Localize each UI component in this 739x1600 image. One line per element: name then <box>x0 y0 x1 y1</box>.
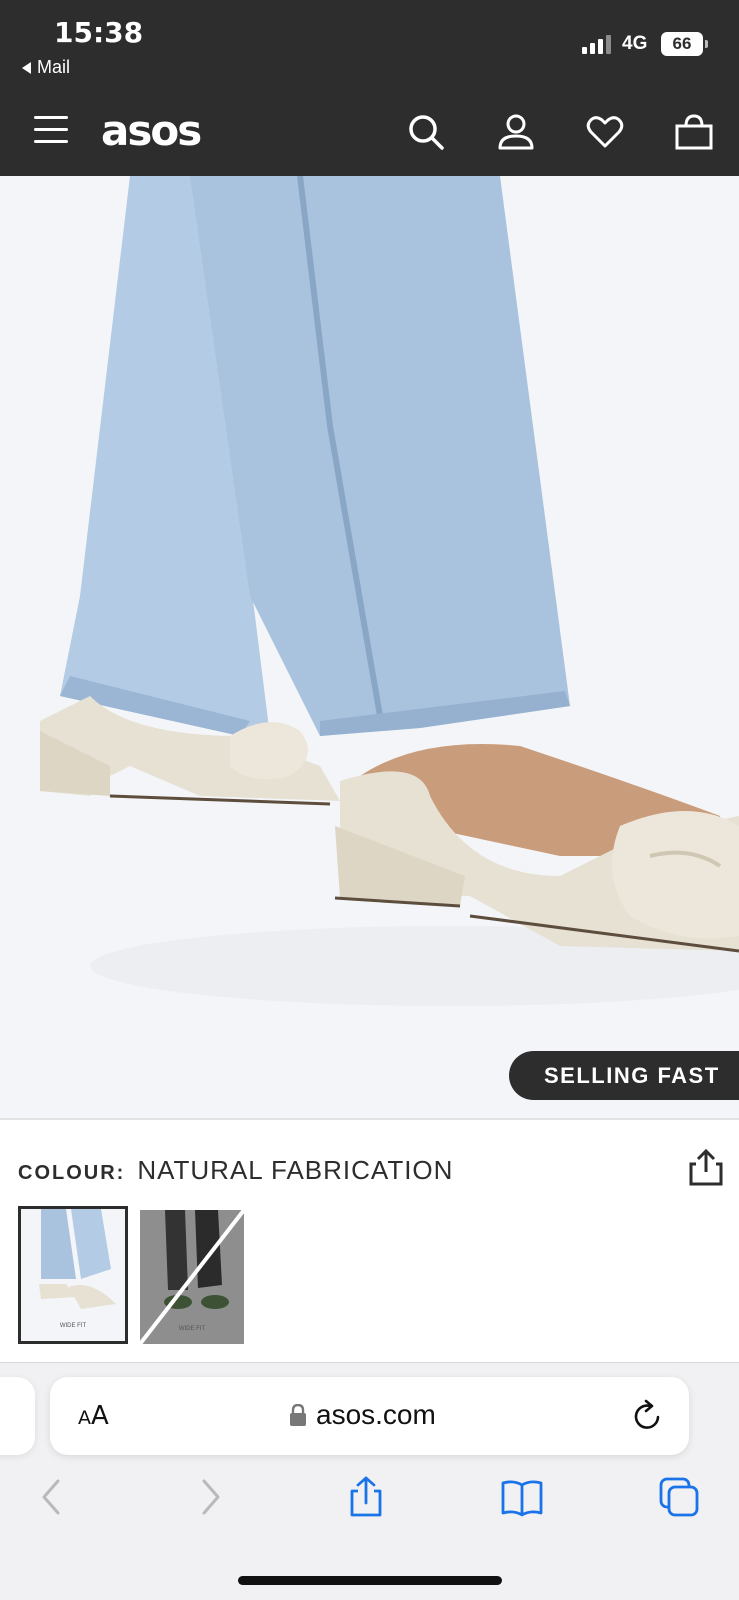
text-size-button[interactable]: AA <box>78 1401 109 1431</box>
battery-icon: 66 <box>661 32 703 56</box>
forward-icon[interactable] <box>188 1475 232 1519</box>
wishlist-heart-icon[interactable] <box>585 112 625 152</box>
network-type: 4G <box>622 33 648 54</box>
share-icon[interactable] <box>688 1148 724 1186</box>
url-text: asos.com <box>316 1399 436 1430</box>
cellular-signal-icon <box>582 34 611 54</box>
colour-swatch-black-out-of-stock[interactable]: WIDE FIT <box>140 1210 244 1344</box>
lock-icon <box>290 1404 306 1426</box>
colour-swatch-natural[interactable]: WIDE FIT <box>18 1206 128 1344</box>
swatch-caption: WIDE FIT <box>59 1323 87 1329</box>
address-bar[interactable]: AA asos.com <box>50 1377 689 1455</box>
swatch-thumbnail <box>21 1209 125 1341</box>
swatch-caption: WIDE FIT <box>178 1326 206 1332</box>
swatch-thumbnail <box>140 1210 244 1344</box>
bag-icon[interactable] <box>674 112 714 152</box>
previous-tab-preview[interactable] <box>0 1377 35 1455</box>
colour-row: COLOUR: NATURAL FABRICATION <box>18 1155 453 1186</box>
tabs-icon[interactable] <box>657 1475 701 1519</box>
back-icon[interactable] <box>30 1475 74 1519</box>
back-triangle-icon <box>22 61 31 74</box>
status-time: 15:38 <box>54 16 144 49</box>
back-app-label: Mail <box>37 57 71 77</box>
selling-fast-badge: SELLING FAST <box>509 1051 739 1100</box>
url-display[interactable]: asos.com <box>290 1399 436 1431</box>
colour-value: NATURAL FABRICATION <box>137 1155 454 1185</box>
browser-toolbar: AA asos.com <box>0 1362 739 1600</box>
browser-share-icon[interactable] <box>344 1475 388 1519</box>
menu-icon[interactable] <box>34 116 68 144</box>
reload-icon[interactable] <box>632 1399 664 1433</box>
back-to-mail-link[interactable]: Mail <box>22 57 70 78</box>
search-icon[interactable] <box>406 112 446 152</box>
battery-nub <box>705 40 708 48</box>
product-image-gallery[interactable] <box>0 176 739 1118</box>
app-header: asos <box>0 98 739 176</box>
colour-label: COLOUR: <box>18 1162 126 1184</box>
bookmarks-icon[interactable] <box>500 1475 544 1519</box>
home-indicator[interactable] <box>238 1576 502 1585</box>
account-icon[interactable] <box>496 112 536 152</box>
product-photo <box>40 176 739 1006</box>
asos-logo[interactable]: asos <box>101 106 202 155</box>
divider <box>0 1118 739 1120</box>
status-bar: 15:38 Mail 4G 66 <box>0 0 739 98</box>
